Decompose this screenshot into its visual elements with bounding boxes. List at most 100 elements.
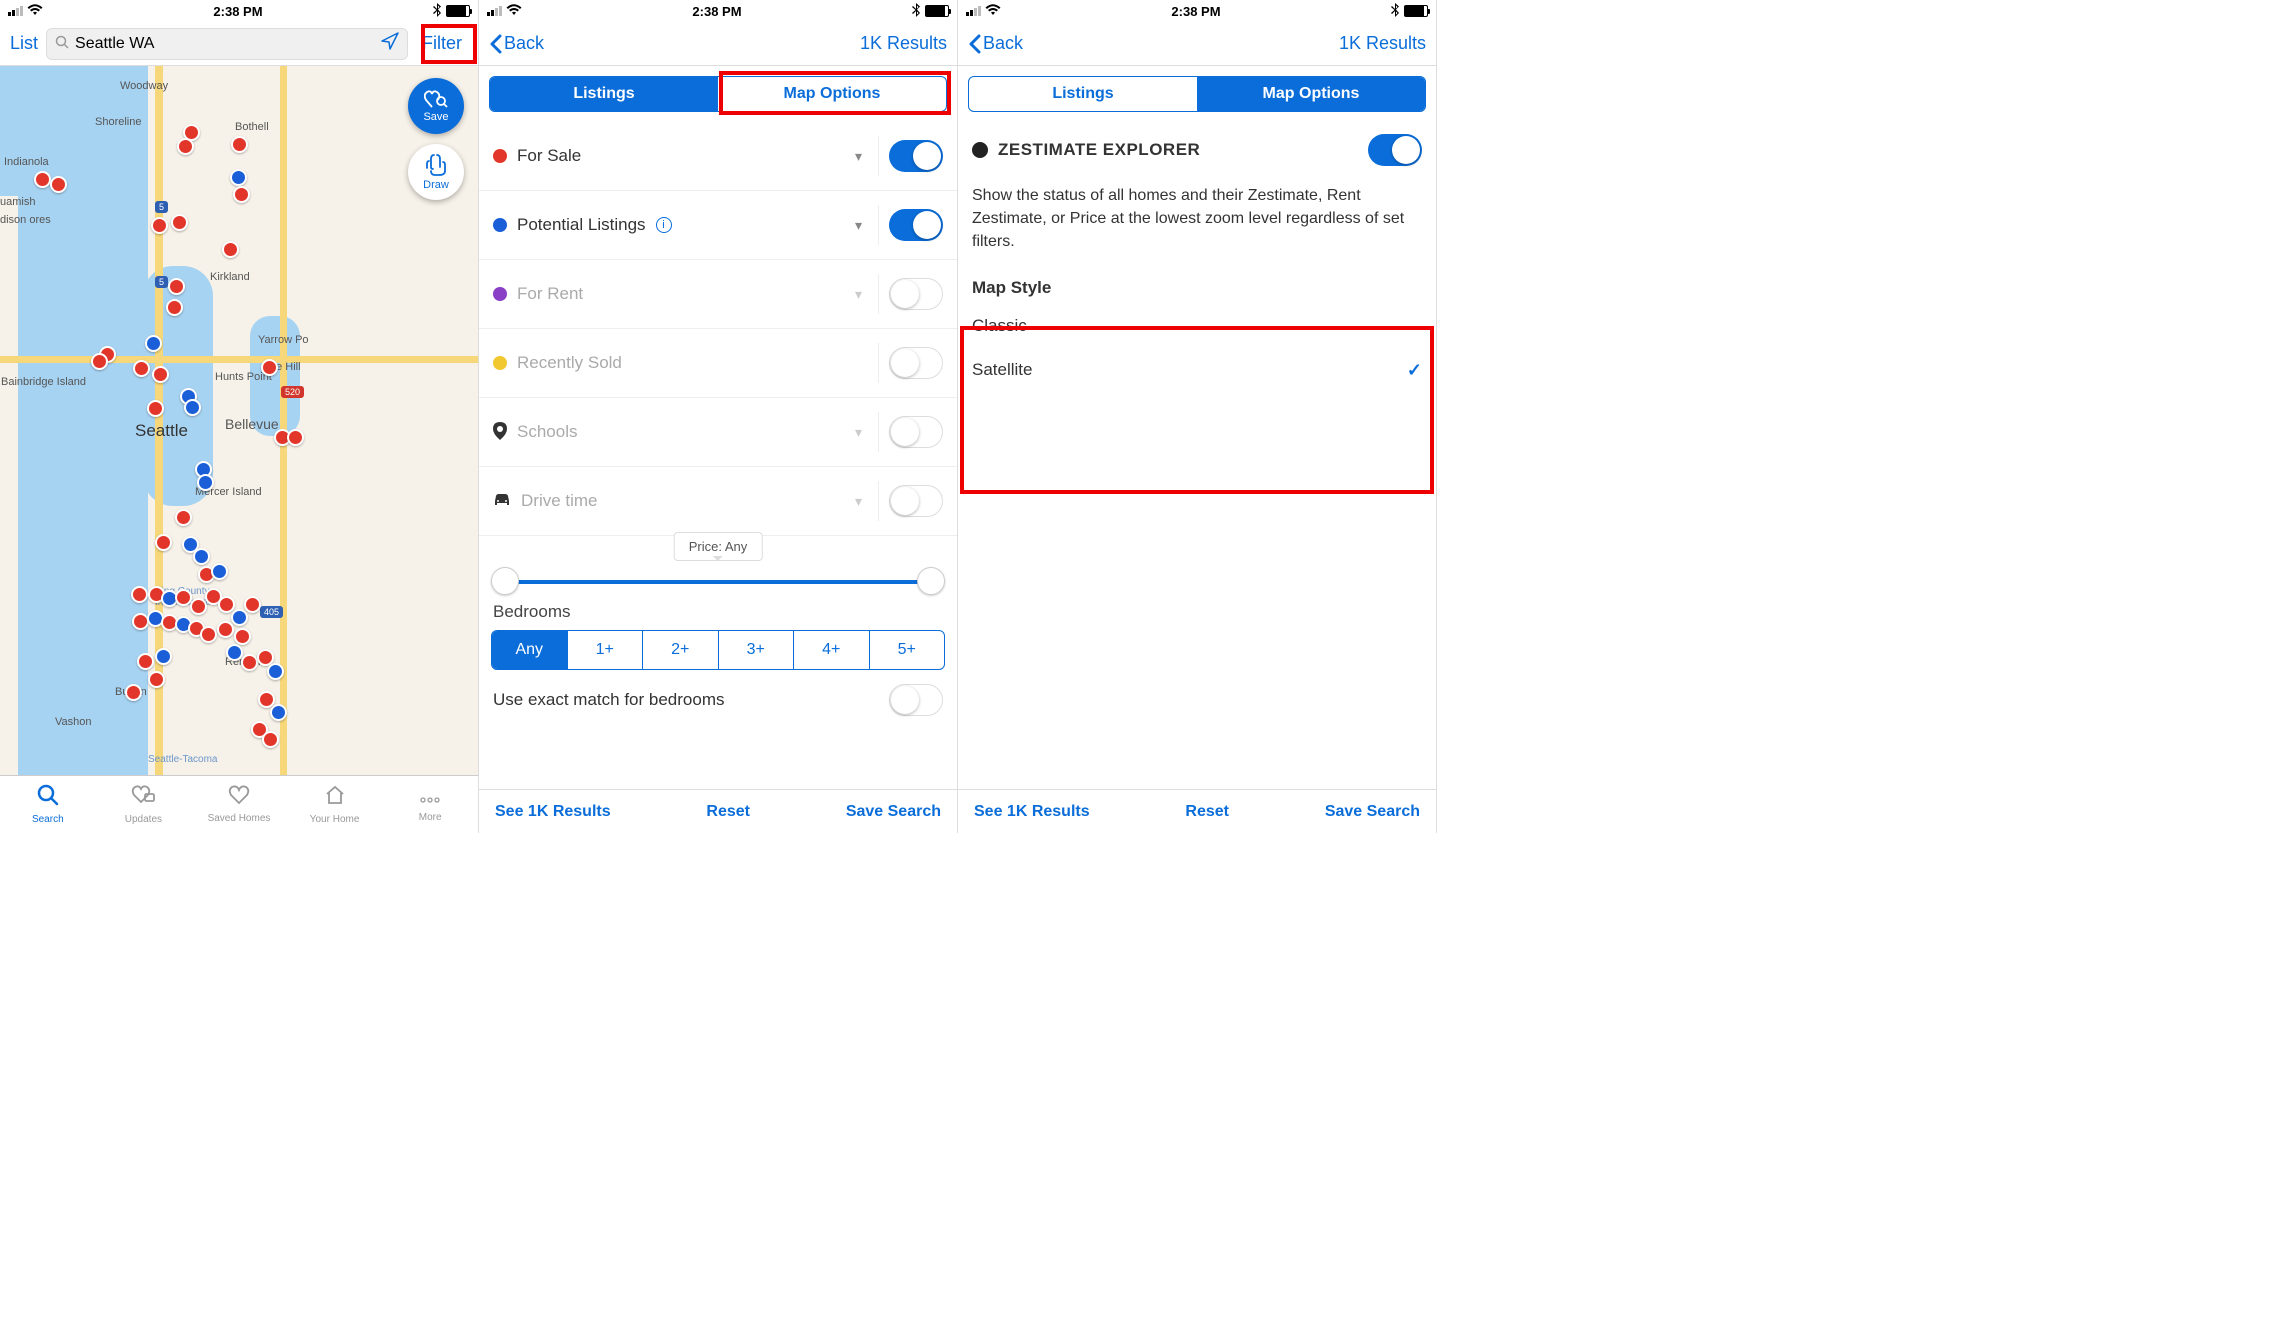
nav-bar: List Filter [0,22,478,66]
slider-handle-max[interactable] [917,567,945,595]
filter-for-sale[interactable]: For Sale ▾ [479,122,957,191]
map-pin[interactable] [262,731,279,748]
map-pin[interactable] [234,628,251,645]
see-results-button[interactable]: See 1K Results [974,803,1090,821]
map-pin[interactable] [34,171,51,188]
results-count[interactable]: 1K Results [860,33,947,54]
map-pin[interactable] [211,563,228,580]
chevron-down-icon: ▾ [855,217,862,234]
map-pin[interactable] [155,534,172,551]
filter-potential-listings[interactable]: Potential Listings i ▾ [479,191,957,260]
back-button[interactable]: Back [489,33,544,54]
map-pin[interactable] [241,654,258,671]
style-classic[interactable]: Classic [958,304,1436,348]
toggle-exact-match[interactable] [889,684,943,716]
tab-search[interactable]: Search [0,776,96,833]
zestimate-row[interactable]: ZESTIMATE EXPLORER [958,122,1436,178]
save-search-button[interactable]: Save Search [846,803,941,821]
map-pin[interactable] [152,366,169,383]
map-pin[interactable] [168,278,185,295]
map-pin[interactable] [91,353,108,370]
tab-updates[interactable]: Updates [96,776,192,833]
price-slider[interactable]: Price: Any [479,536,957,594]
bed-any[interactable]: Any [492,631,567,669]
map-pin[interactable] [155,648,172,665]
map-pin[interactable] [267,663,284,680]
seg-listings[interactable]: Listings [969,77,1197,111]
map-pin[interactable] [218,596,235,613]
map-pin[interactable] [231,609,248,626]
map-pin[interactable] [137,653,154,670]
map-pin[interactable] [193,548,210,565]
toggle-for-sale[interactable] [889,140,943,172]
map-pin[interactable] [175,509,192,526]
map-pin[interactable] [145,335,162,352]
draw-fab[interactable]: Draw [408,144,464,200]
back-button[interactable]: Back [968,33,1023,54]
map-pin[interactable] [261,359,278,376]
toggle-potential[interactable] [889,209,943,241]
map-pin[interactable] [133,360,150,377]
search-input[interactable] [75,35,375,53]
seg-listings[interactable]: Listings [490,77,718,111]
seg-map-options[interactable]: Map Options [1197,77,1425,111]
tab-saved-homes[interactable]: Saved Homes [191,776,287,833]
filter-recently-sold[interactable]: Recently Sold [479,329,957,398]
reset-button[interactable]: Reset [706,803,750,821]
map-pin[interactable] [177,138,194,155]
exact-match-row[interactable]: Use exact match for bedrooms [479,674,957,726]
map-pin[interactable] [270,704,287,721]
toggle-recently-sold[interactable] [889,347,943,379]
style-satellite[interactable]: Satellite ✓ [958,348,1436,393]
save-fab[interactable]: Save [408,78,464,134]
map-pin[interactable] [230,169,247,186]
map-pin[interactable] [217,621,234,638]
reset-button[interactable]: Reset [1185,803,1229,821]
bed-1[interactable]: 1+ [567,631,643,669]
map-pin[interactable] [197,474,214,491]
toggle-schools[interactable] [889,416,943,448]
see-results-button[interactable]: See 1K Results [495,803,611,821]
map-pin[interactable] [166,299,183,316]
tab-your-home[interactable]: Your Home [287,776,383,833]
map-pin[interactable] [287,429,304,446]
map-pin[interactable] [244,596,261,613]
options-list: ZESTIMATE EXPLORER Show the status of al… [958,122,1436,789]
map-pin[interactable] [125,684,142,701]
search-field[interactable] [46,28,408,60]
info-icon[interactable]: i [656,217,672,233]
map-pin[interactable] [184,399,201,416]
filter-drive-time[interactable]: Drive time ▾ [479,467,957,536]
filter-schools[interactable]: Schools ▾ [479,398,957,467]
map-pin[interactable] [151,217,168,234]
map-pin[interactable] [222,241,239,258]
tab-more[interactable]: More [382,776,478,833]
seg-map-options[interactable]: Map Options [718,77,946,111]
save-search-button[interactable]: Save Search [1325,803,1420,821]
toggle-for-rent[interactable] [889,278,943,310]
filter-button[interactable]: Filter [416,29,468,58]
map-pin[interactable] [190,598,207,615]
toggle-zestimate[interactable] [1368,134,1422,166]
map-pin[interactable] [147,400,164,417]
map-area[interactable]: Indianola uamish Bainbridge Island Woodw… [0,66,478,775]
bed-2[interactable]: 2+ [642,631,718,669]
map-pin[interactable] [171,214,188,231]
locate-icon[interactable] [381,32,399,55]
map-pin[interactable] [131,586,148,603]
map-label: Bellevue [225,416,279,432]
map-pin[interactable] [233,186,250,203]
map-pin[interactable] [148,671,165,688]
map-pin[interactable] [200,626,217,643]
bed-5[interactable]: 5+ [869,631,945,669]
map-pin[interactable] [226,644,243,661]
map-pin[interactable] [50,176,67,193]
toggle-drive-time[interactable] [889,485,943,517]
filter-for-rent[interactable]: For Rent ▾ [479,260,957,329]
bed-3[interactable]: 3+ [718,631,794,669]
bed-4[interactable]: 4+ [793,631,869,669]
list-button[interactable]: List [10,33,38,54]
results-count[interactable]: 1K Results [1339,33,1426,54]
slider-handle-min[interactable] [491,567,519,595]
map-pin[interactable] [231,136,248,153]
